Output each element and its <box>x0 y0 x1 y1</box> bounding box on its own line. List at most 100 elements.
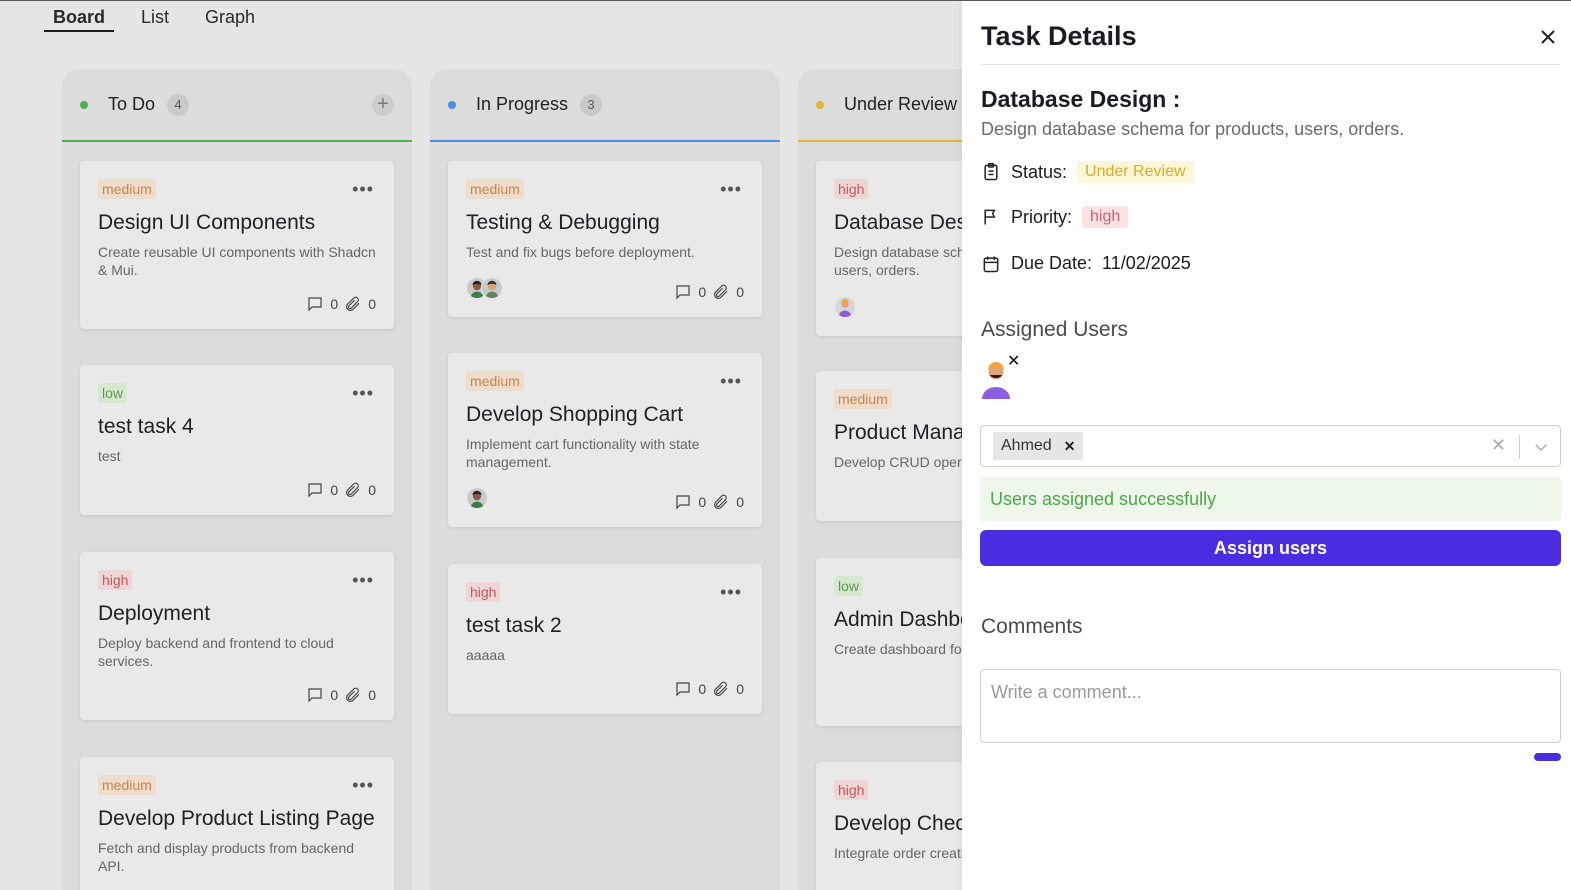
due-date-label: Due Date: <box>1011 253 1093 273</box>
user-select[interactable]: Ahmed ✕ ✕ <box>980 425 1561 467</box>
more-horizontal-icon[interactable]: ••• <box>352 775 374 796</box>
column-title: Under Review <box>844 94 958 114</box>
assigned-users-heading: Assigned Users <box>981 318 1129 341</box>
task-title: Database Design : <box>981 86 1181 112</box>
paperclip-icon <box>714 681 728 696</box>
clear-icon[interactable]: ✕ <box>1491 435 1506 456</box>
card-title: Testing & Debugging <box>466 211 660 234</box>
column-title: In Progress <box>476 94 569 114</box>
add-task-button[interactable]: + <box>372 94 394 116</box>
success-message: Users assigned successfully <box>980 477 1561 521</box>
assign-users-button[interactable]: Assign users <box>980 530 1561 566</box>
more-horizontal-icon[interactable]: ••• <box>720 371 742 392</box>
priority-badge: high <box>98 570 133 590</box>
attachment-count: 0 <box>736 494 744 510</box>
column-in-progress: In Progress 3 medium ••• Testing & Debug… <box>430 69 780 890</box>
more-horizontal-icon[interactable]: ••• <box>720 179 742 200</box>
column-title: To Do <box>108 94 156 114</box>
card-title: Deployment <box>98 602 211 625</box>
tab-board[interactable]: Board <box>44 1 115 32</box>
comment-count: 0 <box>698 494 707 510</box>
tab-graph[interactable]: Graph <box>196 1 264 32</box>
status-dot <box>80 100 88 109</box>
status-row: Status: Under Review <box>981 161 1194 183</box>
selected-user-label: Ahmed <box>1001 437 1052 454</box>
comment-icon <box>676 495 691 510</box>
card-description: Test and fix bugs before deployment. <box>466 244 695 260</box>
assignee-avatars <box>466 277 503 299</box>
card-title: Design UI Components <box>98 211 316 234</box>
panel-title: Task Details <box>981 21 1137 51</box>
status-dot <box>816 100 824 109</box>
priority-row: Priority: high <box>981 206 1129 228</box>
attachment-count: 0 <box>368 687 376 703</box>
due-date-row: Due Date: 11/02/2025 <box>981 253 1191 274</box>
calendar-icon <box>983 256 999 272</box>
priority-badge: high <box>834 179 869 199</box>
task-card[interactable]: medium ••• Design UI Components Create r… <box>80 161 394 329</box>
card-description: aaaaa <box>466 647 505 663</box>
attachment-count: 0 <box>736 681 744 697</box>
card-description: test <box>98 448 121 464</box>
paperclip-icon <box>346 482 360 497</box>
comments-heading: Comments <box>981 615 1083 638</box>
comment-icon <box>308 483 323 498</box>
card-footer: 0 0 <box>306 295 376 313</box>
task-description: Design database schema for products, use… <box>981 119 1405 139</box>
card-description: Create reusable UI components with Shadc… <box>98 244 376 278</box>
comment-icon <box>308 688 323 703</box>
more-horizontal-icon[interactable]: ••• <box>720 582 742 603</box>
task-card[interactable]: medium ••• Develop Shopping Cart Impleme… <box>448 353 762 527</box>
paperclip-icon <box>714 284 728 299</box>
card-description: Fetch and display products from backend … <box>98 840 355 874</box>
selected-user-chip: Ahmed ✕ <box>993 432 1084 460</box>
comment-icon <box>676 682 691 697</box>
paperclip-icon <box>346 687 360 702</box>
more-horizontal-icon[interactable]: ••• <box>352 570 374 591</box>
column-todo: To Do 4 + medium ••• Design UI Component… <box>62 69 412 890</box>
avatar <box>466 487 488 509</box>
paperclip-icon <box>346 296 360 311</box>
avatar <box>834 296 856 318</box>
avatar <box>481 277 503 299</box>
assignee-avatars <box>834 296 856 318</box>
task-card[interactable]: high ••• Deployment Deploy backend and f… <box>80 552 394 720</box>
card-footer: 0 0 <box>674 680 744 698</box>
priority-badge: medium <box>834 389 892 409</box>
card-description: Implement cart functionality with state … <box>466 436 700 470</box>
assignee-avatars <box>466 487 488 509</box>
close-icon[interactable] <box>1536 25 1560 49</box>
status-label: Status: <box>1011 161 1068 182</box>
submit-comment-button[interactable] <box>1534 753 1561 761</box>
column-count: 3 <box>580 93 603 116</box>
card-title: Develop Product Listing Page <box>98 807 375 830</box>
status-badge: Under Review <box>1077 161 1194 183</box>
divider <box>981 64 1560 65</box>
comment-icon <box>676 285 691 300</box>
task-card[interactable]: medium ••• Testing & Debugging Test and … <box>448 161 762 317</box>
more-horizontal-icon[interactable]: ••• <box>352 179 374 200</box>
priority-badge: high <box>1082 206 1129 228</box>
more-horizontal-icon[interactable]: ••• <box>352 383 374 404</box>
task-card[interactable]: medium ••• Develop Product Listing Page … <box>80 757 394 890</box>
comment-count: 0 <box>698 681 707 697</box>
view-tabs: Board List Graph <box>44 1 282 33</box>
task-card[interactable]: high ••• test task 2 aaaaa 0 0 <box>448 564 762 714</box>
tab-list[interactable]: List <box>132 1 178 32</box>
comment-input[interactable] <box>980 669 1561 743</box>
priority-badge: high <box>466 582 501 602</box>
select-separator <box>1519 435 1520 459</box>
card-description: Deploy backend and frontend to cloud ser… <box>98 635 334 669</box>
card-title: Develop Shopping Cart <box>466 403 684 426</box>
remove-chip-button[interactable]: ✕ <box>1064 438 1076 455</box>
task-card[interactable]: low ••• test task 4 test 0 0 <box>80 365 394 515</box>
priority-badge: high <box>834 780 869 800</box>
column-header: In Progress 3 <box>430 69 780 142</box>
remove-user-button[interactable]: ✕ <box>1007 351 1020 371</box>
task-details-panel: Task Details Database Design : Design da… <box>962 1 1571 890</box>
comment-icon <box>308 297 323 312</box>
priority-badge: low <box>834 576 864 596</box>
card-title: test task 4 <box>98 415 194 438</box>
chevron-down-icon[interactable] <box>1532 438 1550 456</box>
card-footer: 0 0 <box>306 686 376 704</box>
